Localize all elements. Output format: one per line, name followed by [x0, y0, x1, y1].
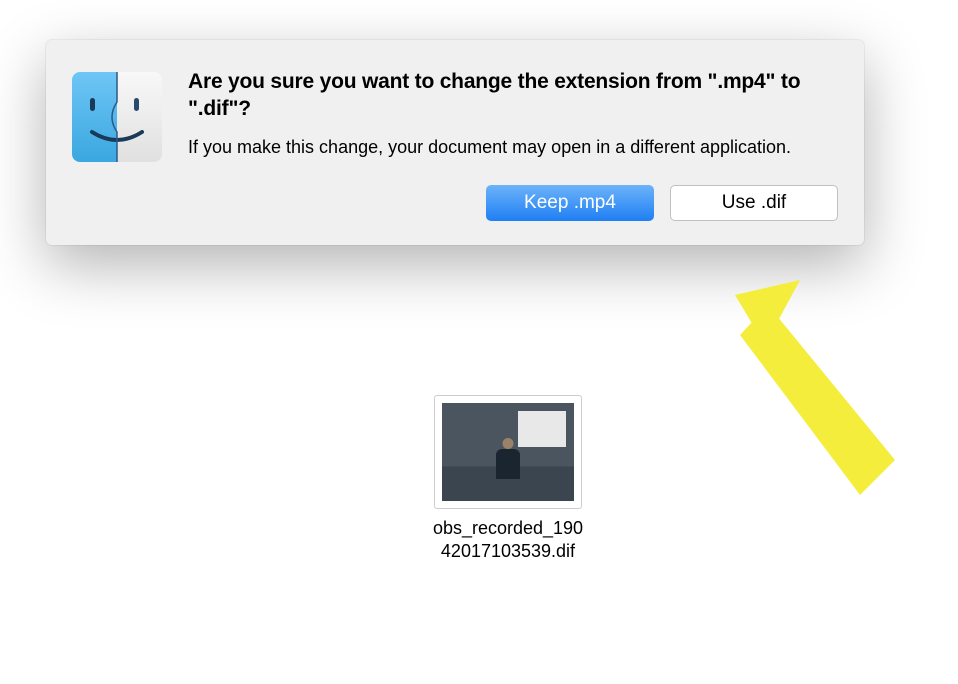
finder-icon — [72, 72, 162, 162]
dialog-message: If you make this change, your document m… — [188, 135, 838, 159]
file-thumbnail — [434, 395, 582, 509]
use-new-extension-button[interactable]: Use .dif — [670, 185, 838, 222]
dialog-inner: Are you sure you want to change the exte… — [72, 68, 838, 221]
dialog-title: Are you sure you want to change the exte… — [188, 68, 838, 123]
extension-change-dialog: Are you sure you want to change the exte… — [46, 40, 864, 245]
file-name: obs_recorded_190 42017103539.dif — [433, 517, 583, 562]
file-item[interactable]: obs_recorded_190 42017103539.dif — [417, 395, 599, 562]
dialog-buttons: Keep .mp4 Use .dif — [188, 185, 838, 222]
file-name-line1: obs_recorded_190 — [433, 518, 583, 538]
file-name-line2: 42017103539.dif — [441, 541, 575, 561]
arrow-annotation — [700, 270, 900, 510]
keep-extension-button[interactable]: Keep .mp4 — [486, 185, 654, 222]
dialog-content: Are you sure you want to change the exte… — [188, 68, 838, 221]
